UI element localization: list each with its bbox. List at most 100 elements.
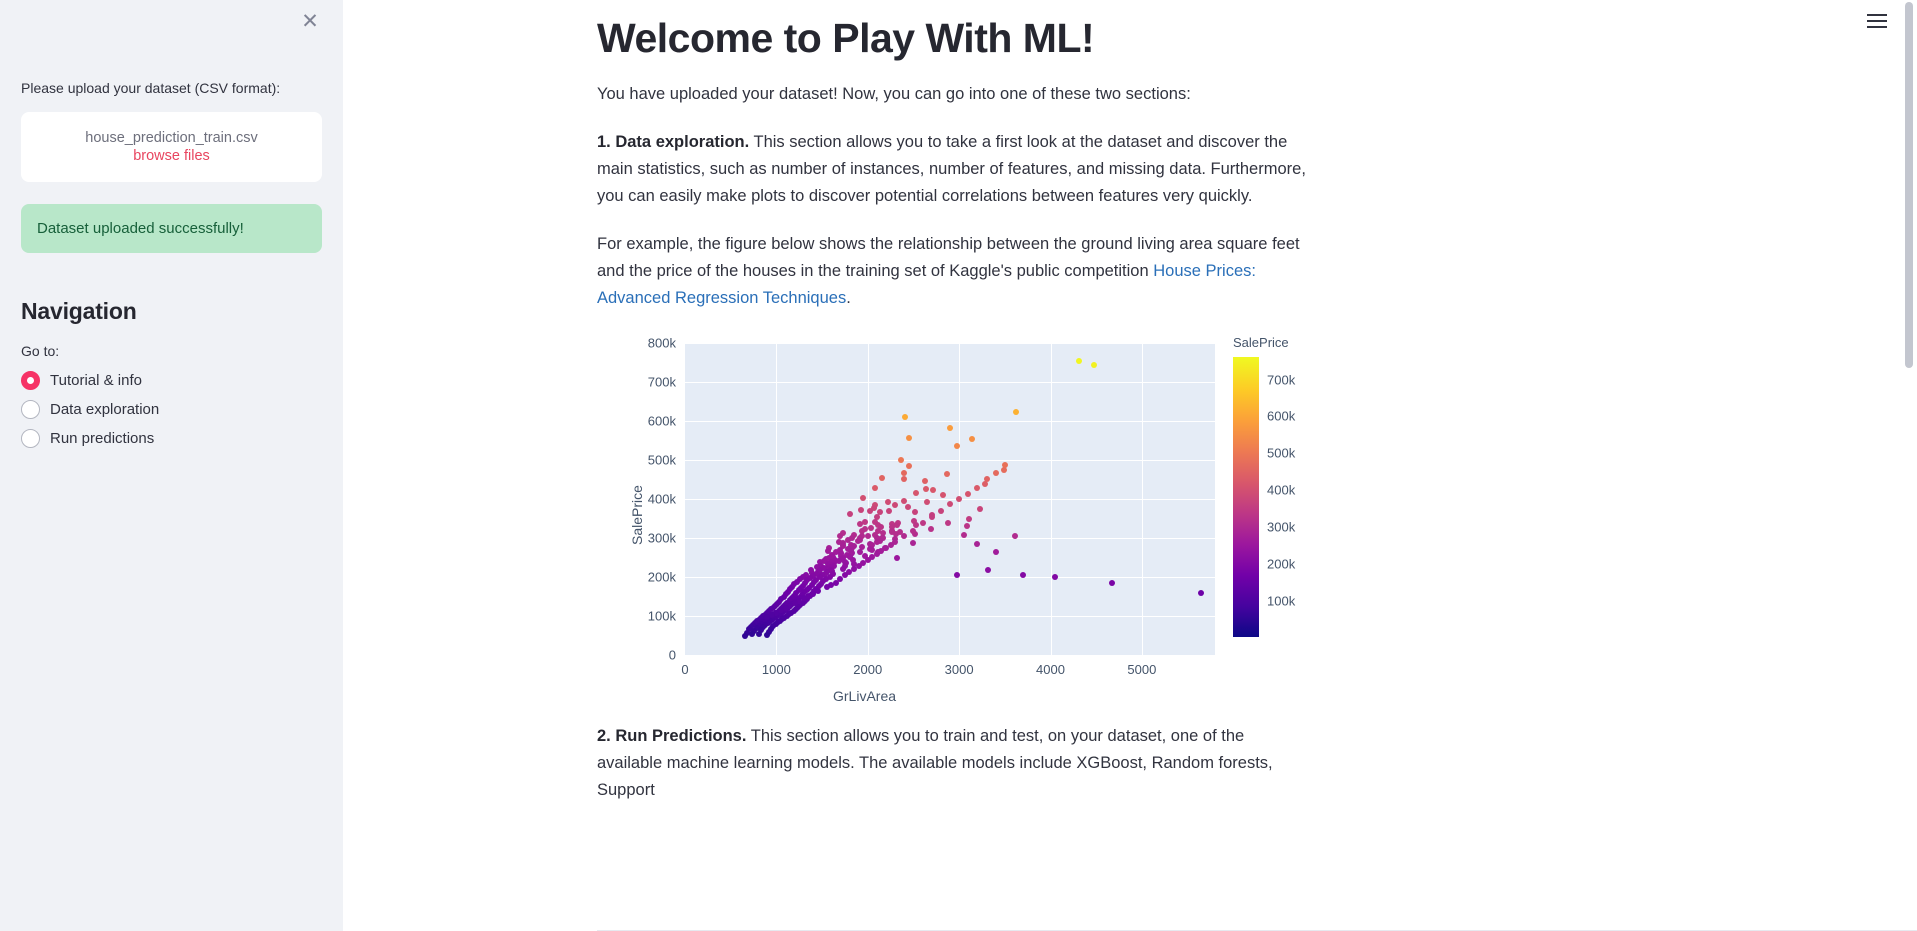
scatter-point bbox=[912, 490, 919, 497]
scatter-point bbox=[872, 484, 879, 491]
close-icon[interactable]: ✕ bbox=[297, 9, 323, 35]
scatter-point bbox=[879, 474, 885, 481]
scatter-point bbox=[886, 507, 893, 514]
scatter-point bbox=[927, 526, 934, 533]
scatter-point bbox=[946, 425, 953, 432]
y-axis-tick-label: 500k bbox=[647, 452, 676, 468]
scatter-point bbox=[1197, 590, 1204, 597]
y-axis-tick-label: 700k bbox=[647, 374, 676, 390]
scatter-point bbox=[858, 507, 865, 514]
uploaded-filename: house_prediction_train.csv bbox=[85, 130, 258, 146]
x-axis-tick-label: 5000 bbox=[1127, 662, 1157, 678]
scatter-point bbox=[922, 486, 929, 493]
scatter-point bbox=[1091, 361, 1097, 368]
x-axis-tick-label: 4000 bbox=[1036, 662, 1065, 678]
radio-label: Run predictions bbox=[50, 430, 155, 447]
file-uploader-dropzone[interactable]: house_prediction_train.csv browse files bbox=[21, 112, 322, 182]
scatter-point bbox=[985, 567, 992, 574]
example-post-text: . bbox=[846, 288, 851, 307]
radio-label: Data exploration bbox=[50, 401, 160, 418]
sidebar-item-run-predictions[interactable]: Run predictions bbox=[21, 427, 322, 450]
scatter-point bbox=[894, 554, 901, 561]
scatter-point bbox=[956, 496, 963, 503]
scatter-point bbox=[905, 463, 912, 470]
gridline-horizontal bbox=[685, 343, 1215, 345]
gridline-horizontal bbox=[685, 421, 1215, 423]
scatter-point bbox=[992, 469, 999, 476]
scatter-point bbox=[901, 533, 908, 540]
scatter-point bbox=[981, 481, 988, 488]
colorbar-tick-label: 300k bbox=[1267, 519, 1296, 535]
scatter-point bbox=[906, 435, 913, 442]
scatter-point bbox=[1011, 533, 1018, 540]
radio-selected-icon bbox=[21, 371, 40, 390]
scatter-point bbox=[974, 484, 981, 491]
sidebar-item-tutorial-info[interactable]: Tutorial & info bbox=[21, 369, 322, 392]
gridline-horizontal bbox=[685, 460, 1215, 462]
browse-files-button[interactable]: browse files bbox=[133, 148, 210, 164]
hamburger-menu-icon[interactable] bbox=[1867, 8, 1893, 34]
y-axis-tick-label: 400k bbox=[647, 491, 676, 507]
scatter-point bbox=[965, 490, 972, 497]
scatter-point bbox=[909, 539, 916, 546]
x-axis-label: GrLivArea bbox=[833, 688, 897, 705]
scatter-point bbox=[878, 547, 885, 554]
scatter-point bbox=[866, 508, 873, 515]
scatter-point bbox=[930, 487, 936, 494]
scatter-point bbox=[937, 508, 944, 515]
page-scrollbar-track[interactable] bbox=[1905, 0, 1915, 931]
gridline-vertical bbox=[867, 343, 869, 656]
scatter-point bbox=[864, 533, 871, 540]
scatter-point bbox=[928, 513, 935, 520]
section-1-paragraph: 1. Data exploration. This section allows… bbox=[597, 129, 1309, 210]
sidebar-item-data-exploration[interactable]: Data exploration bbox=[21, 398, 322, 421]
scatter-point bbox=[960, 531, 967, 538]
scatter-point bbox=[741, 632, 748, 639]
colorbar-title: SalePrice bbox=[1233, 335, 1289, 351]
scatter-point bbox=[923, 498, 930, 505]
scatter-point bbox=[860, 559, 867, 566]
y-axis-tick-label: 600k bbox=[647, 413, 676, 429]
scatter-point bbox=[749, 631, 756, 638]
scatter-point bbox=[860, 495, 867, 502]
colorbar-tick-label: 400k bbox=[1267, 482, 1296, 498]
hamburger-bar bbox=[1867, 20, 1887, 22]
gridline-horizontal bbox=[685, 382, 1215, 384]
scatter-point bbox=[764, 614, 771, 621]
scatter-point bbox=[992, 549, 999, 556]
scatter-point bbox=[940, 491, 947, 498]
navigation-radio-group[interactable]: Tutorial & info Data exploration Run pre… bbox=[21, 369, 322, 450]
hamburger-bar bbox=[1867, 14, 1887, 16]
colorbar-tick-label: 700k bbox=[1267, 372, 1296, 388]
scatter-point bbox=[763, 632, 770, 639]
scatter-point bbox=[922, 478, 929, 485]
upload-success-alert: Dataset uploaded successfully! bbox=[21, 204, 322, 253]
saleprice-vs-grlivarea-scatter-plot[interactable]: SalePrice GrLivArea 0 100k 200k 300k 400k 500… bbox=[597, 327, 1357, 705]
scatter-point bbox=[976, 506, 983, 513]
gridline-vertical bbox=[1141, 343, 1143, 656]
page-title: Welcome to Play With ML! bbox=[597, 15, 1095, 61]
section-1-lead: 1. Data exploration. bbox=[597, 133, 750, 152]
navigation-heading: Navigation bbox=[21, 298, 137, 324]
uploader-label: Please upload your dataset (CSV format): bbox=[21, 80, 281, 96]
gridline-horizontal bbox=[685, 577, 1215, 579]
scatter-point bbox=[966, 515, 973, 522]
colorbar-tick-label: 100k bbox=[1267, 593, 1296, 609]
scatter-point bbox=[1013, 408, 1020, 415]
radio-label: Tutorial & info bbox=[50, 372, 142, 389]
gridline-vertical bbox=[1050, 343, 1052, 656]
colorbar-gradient bbox=[1233, 357, 1259, 638]
page-scrollbar-thumb[interactable] bbox=[1905, 2, 1913, 368]
scatter-point bbox=[944, 471, 951, 478]
goto-label: Go to: bbox=[21, 343, 60, 359]
x-axis-tick-label: 3000 bbox=[944, 662, 974, 678]
scatter-point bbox=[954, 572, 961, 579]
scatter-point bbox=[832, 580, 839, 587]
gridline-horizontal bbox=[685, 538, 1215, 540]
scatter-point bbox=[887, 542, 894, 549]
scatter-point bbox=[963, 522, 970, 529]
scatter-point bbox=[867, 525, 874, 532]
y-axis-tick-label: 800k bbox=[647, 335, 676, 351]
main-content: Welcome to Play With ML! You have upload… bbox=[343, 0, 1917, 931]
scatter-point bbox=[841, 572, 848, 579]
